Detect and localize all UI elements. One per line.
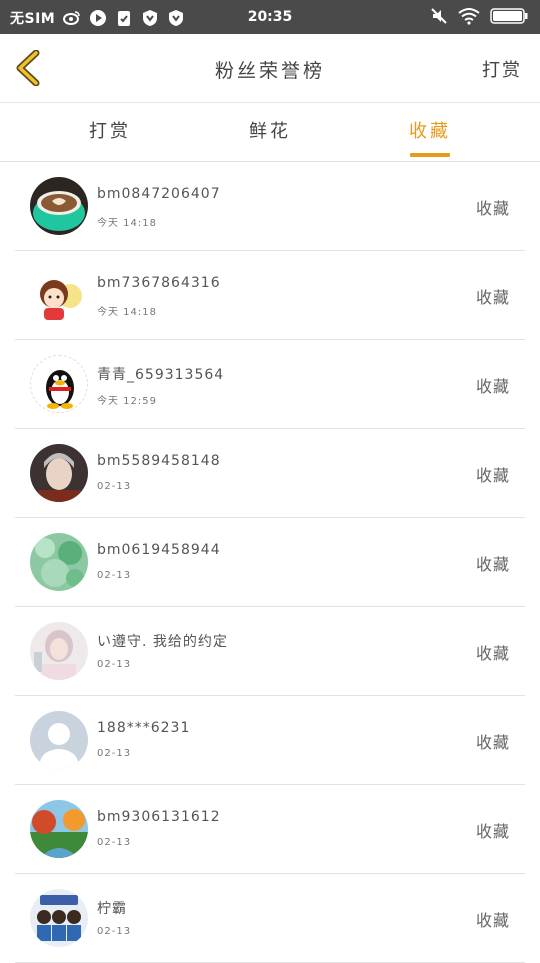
page-title: 粉丝荣誉榜 bbox=[214, 60, 325, 82]
avatar bbox=[30, 800, 88, 858]
fan-time: 02-13 bbox=[97, 748, 132, 759]
list-item[interactable]: 青青_659313564 今天 12:59 收藏 bbox=[15, 340, 525, 429]
fan-name: 柠霸 bbox=[97, 901, 127, 917]
fan-name: 青青_659313564 bbox=[97, 367, 225, 383]
status-bar: 无SIM 20:35 bbox=[0, 0, 540, 34]
list-item[interactable]: bm7367864316 今天 14:18 收藏 bbox=[15, 251, 525, 340]
list-item[interactable]: bm9306131612 02-13 收藏 bbox=[15, 785, 525, 874]
fan-time: 今天 14:18 bbox=[97, 307, 157, 318]
girl-photo-avatar-icon bbox=[30, 622, 88, 680]
fan-list: bm0847206407 今天 14:18 收藏 bm7367864316 今天… bbox=[0, 162, 540, 963]
fan-name: bm0847206407 bbox=[97, 186, 221, 202]
penguin-avatar-icon bbox=[31, 356, 87, 412]
wifi-icon bbox=[458, 8, 480, 25]
tab-label: 鲜花 bbox=[249, 121, 291, 142]
app-header: 粉丝荣誉榜 打赏 bbox=[0, 34, 540, 103]
fan-time: 02-13 bbox=[97, 570, 132, 581]
nature-avatar-icon bbox=[30, 533, 88, 591]
favorite-label: 收藏 bbox=[475, 466, 510, 485]
list-item[interactable]: bm5589458148 02-13 收藏 bbox=[15, 429, 525, 518]
list-item[interactable]: bm0847206407 今天 14:18 收藏 bbox=[15, 162, 525, 251]
favorite-label: 收藏 bbox=[475, 555, 510, 574]
photo-avatar-icon bbox=[30, 444, 88, 502]
avatar bbox=[30, 889, 88, 947]
list-item[interactable]: bm0619458944 02-13 收藏 bbox=[15, 518, 525, 607]
fan-time: 02-13 bbox=[97, 659, 132, 670]
list-item[interactable]: 188***6231 02-13 收藏 bbox=[15, 696, 525, 785]
fan-name: bm9306131612 bbox=[97, 809, 221, 825]
coffee-cup-avatar-icon bbox=[30, 177, 88, 235]
avatar bbox=[30, 711, 88, 769]
fan-time: 02-13 bbox=[97, 837, 132, 848]
status-right bbox=[430, 7, 528, 25]
landscape-avatar-icon bbox=[30, 800, 88, 858]
favorite-label: 收藏 bbox=[475, 377, 510, 396]
fan-time: 02-13 bbox=[97, 481, 132, 492]
favorite-label: 收藏 bbox=[475, 822, 510, 841]
list-item[interactable]: 柠霸 02-13 收藏 bbox=[15, 874, 525, 963]
avatar bbox=[30, 266, 88, 324]
fan-time: 02-13 bbox=[97, 926, 132, 937]
tab-label: 收藏 bbox=[409, 121, 451, 142]
mute-icon bbox=[431, 8, 447, 24]
avatar bbox=[30, 177, 88, 235]
reward-button[interactable]: 打赏 bbox=[482, 56, 522, 82]
battery-icon bbox=[490, 8, 528, 24]
fan-name: bm7367864316 bbox=[97, 275, 221, 291]
favorite-label: 收藏 bbox=[475, 733, 510, 752]
favorite-label: 收藏 bbox=[475, 644, 510, 663]
avatar bbox=[30, 444, 88, 502]
fan-name: い遵守. 我给的约定 bbox=[97, 634, 228, 650]
fan-time: 今天 14:18 bbox=[97, 218, 157, 229]
default-user-avatar-icon bbox=[30, 711, 88, 769]
favorite-label: 收藏 bbox=[475, 288, 510, 307]
fan-name: 188***6231 bbox=[97, 720, 191, 736]
favorite-label: 收藏 bbox=[475, 199, 510, 218]
favorite-label: 收藏 bbox=[475, 911, 510, 930]
fan-name: bm5589458148 bbox=[97, 453, 221, 469]
avatar bbox=[30, 355, 88, 413]
tab-favorites[interactable]: 收藏 bbox=[370, 103, 490, 161]
cartoon-avatar-icon bbox=[30, 266, 88, 324]
tab-reward[interactable]: 打赏 bbox=[50, 103, 170, 161]
tab-label: 打赏 bbox=[89, 121, 131, 142]
fan-name: bm0619458944 bbox=[97, 542, 221, 558]
fan-time: 今天 12:59 bbox=[97, 396, 157, 407]
avatar bbox=[30, 533, 88, 591]
tab-bar: 打赏 鲜花 收藏 bbox=[0, 103, 540, 162]
group-cartoon-avatar-icon bbox=[30, 889, 88, 947]
tab-flowers[interactable]: 鲜花 bbox=[210, 103, 330, 161]
active-tab-indicator bbox=[410, 153, 450, 157]
avatar bbox=[30, 622, 88, 680]
list-item[interactable]: い遵守. 我给的约定 02-13 收藏 bbox=[15, 607, 525, 696]
